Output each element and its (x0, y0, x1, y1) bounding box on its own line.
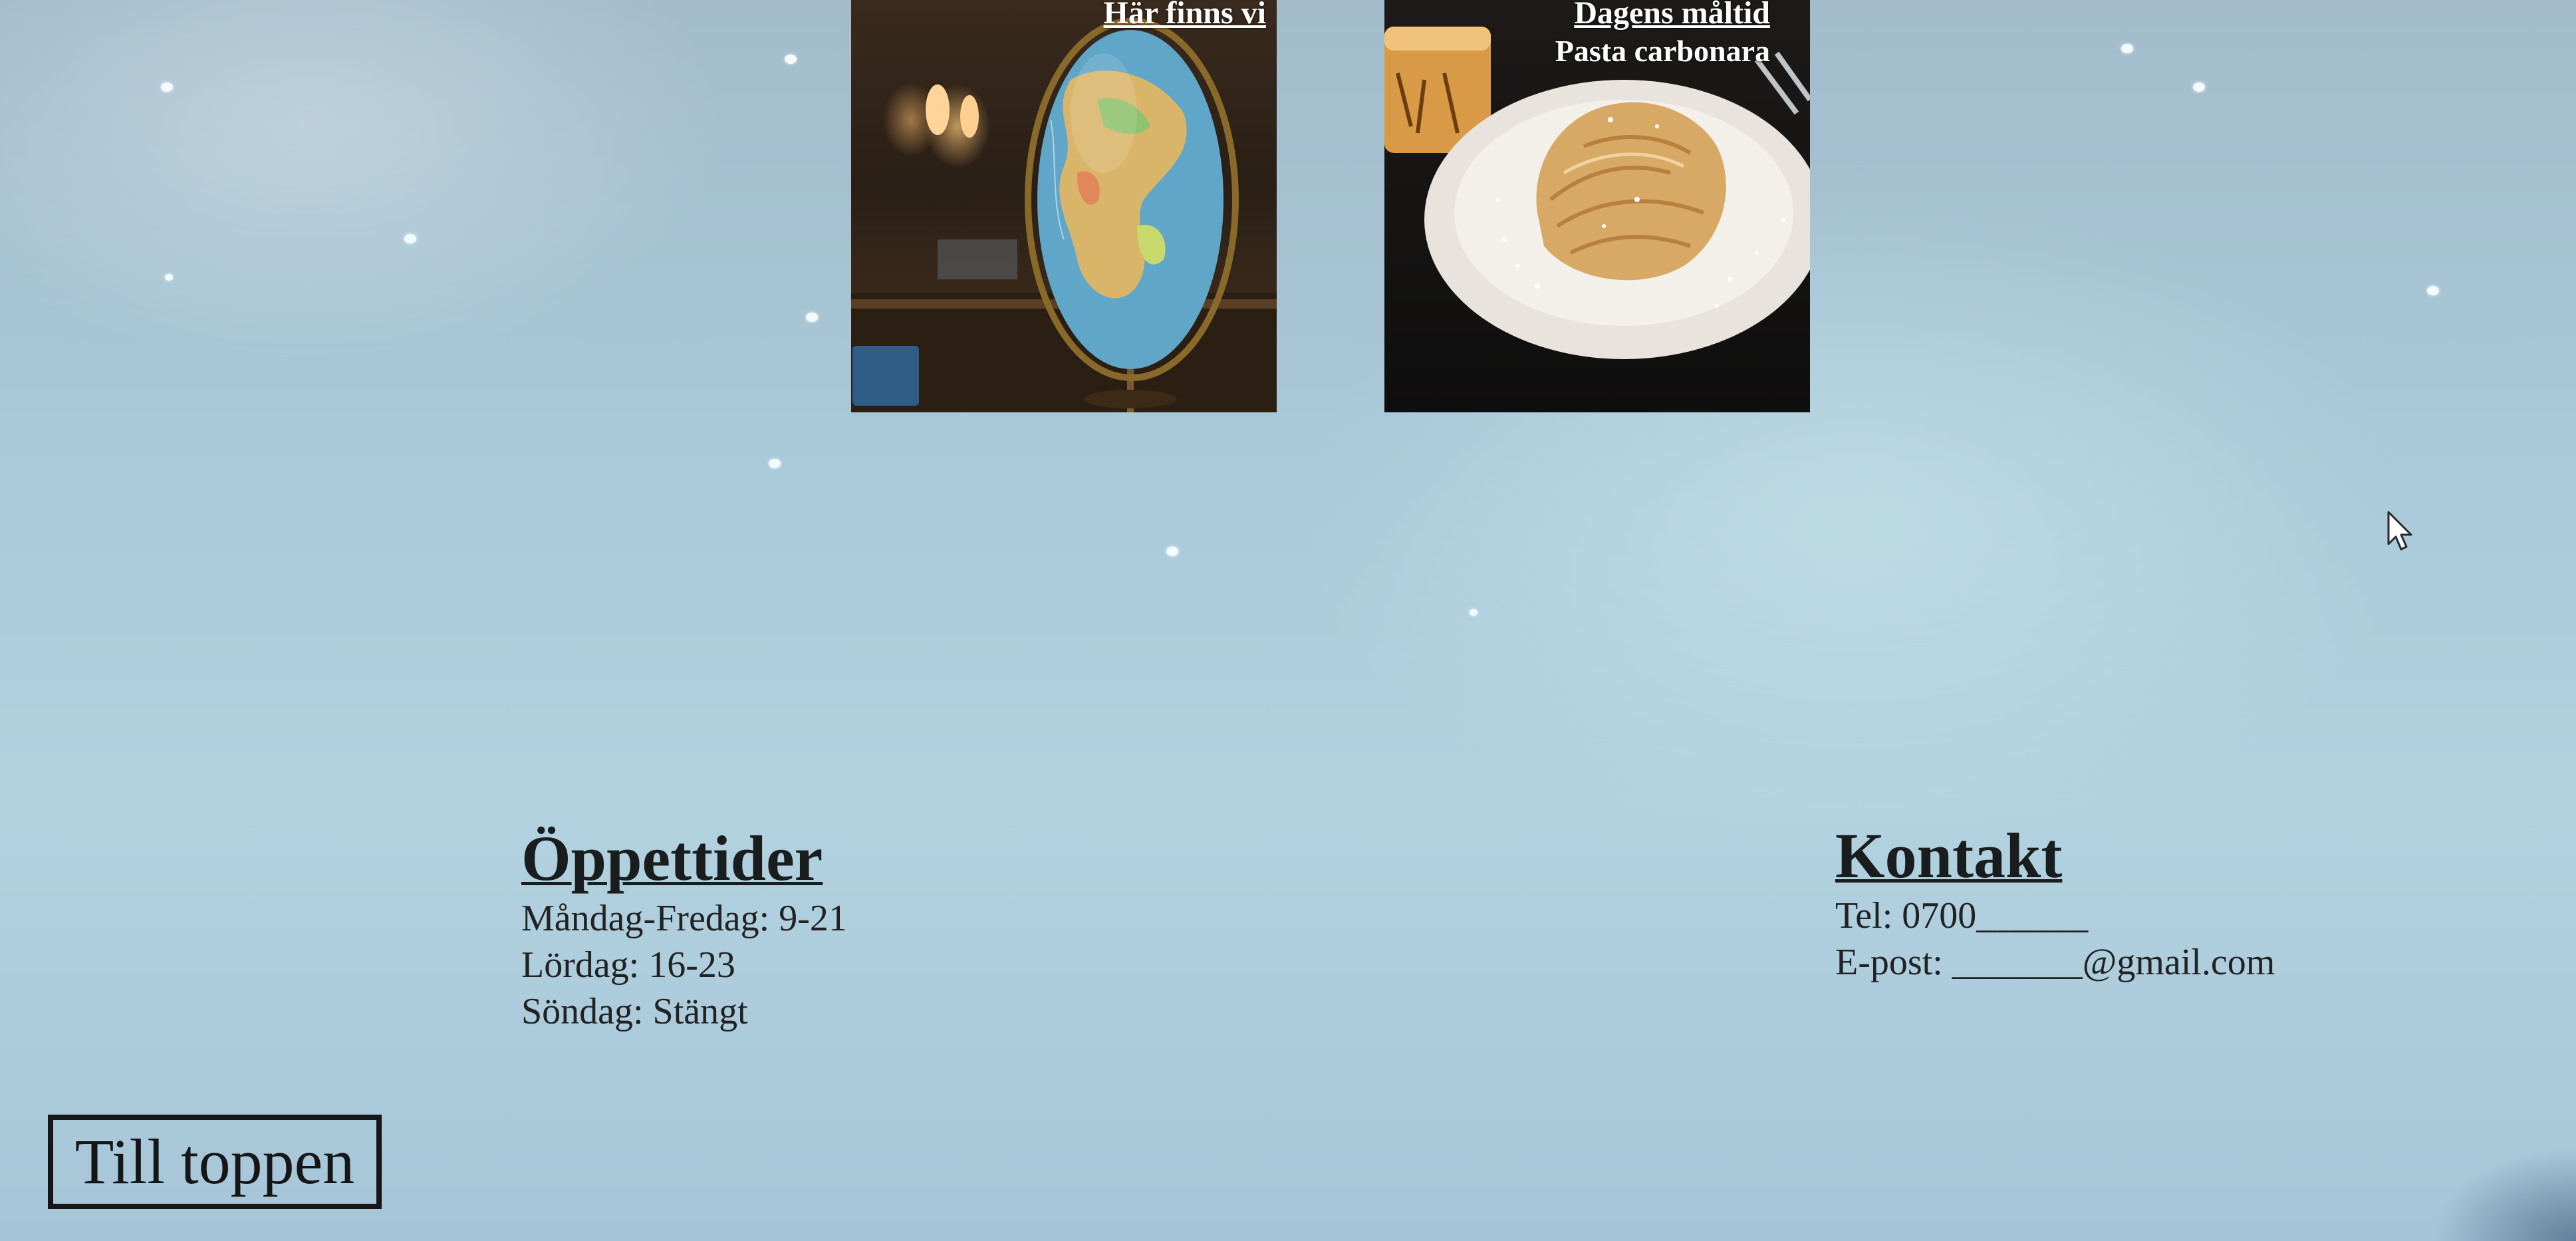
globe-image (851, 18, 1277, 412)
screen-corner-shadow (2430, 1148, 2576, 1241)
back-to-top-button[interactable]: Till toppen (48, 1115, 382, 1209)
opening-hours-weekdays: Måndag-Fredag: 9-21 (521, 898, 847, 939)
meal-image-tile[interactable]: Dagens måltid Pasta carbonara (1384, 0, 1810, 412)
contact-heading: Kontakt (1835, 820, 2063, 891)
opening-hours-heading: Öppettider (521, 823, 823, 894)
background-sparkle (165, 274, 173, 281)
meal-caption[interactable]: Dagens måltid (1574, 0, 1770, 31)
location-caption[interactable]: Här finns vi (1104, 0, 1267, 31)
background-sparkle (161, 82, 173, 92)
opening-hours-section: Öppettider Måndag-Fredag: 9-21 Lördag: 1… (521, 822, 847, 1035)
background-sparkle (1166, 547, 1178, 556)
background-sparkle (769, 459, 781, 468)
mouse-pointer-icon (2387, 511, 2412, 551)
background-sparkle (2193, 82, 2205, 92)
background-sparkle (806, 313, 818, 322)
contact-phone: Tel: 0700______ (1835, 895, 2089, 936)
contact-email: E-post: _______@gmail.com (1835, 942, 2275, 983)
contact-section: Kontakt Tel: 0700______ E-post: _______@… (1835, 819, 2275, 986)
opening-hours-sunday: Söndag: Stängt (521, 991, 748, 1032)
opening-hours-saturday: Lördag: 16-23 (521, 944, 735, 986)
background-sparkle (2121, 44, 2133, 53)
background-sparkle (785, 55, 797, 64)
background-sparkle (2427, 286, 2439, 295)
background-sparkle (1470, 609, 1478, 616)
meal-dish-name: Pasta carbonara (1555, 34, 1770, 68)
location-image-tile[interactable]: Här finns vi (851, 0, 1277, 412)
background-sparkle (404, 234, 416, 243)
